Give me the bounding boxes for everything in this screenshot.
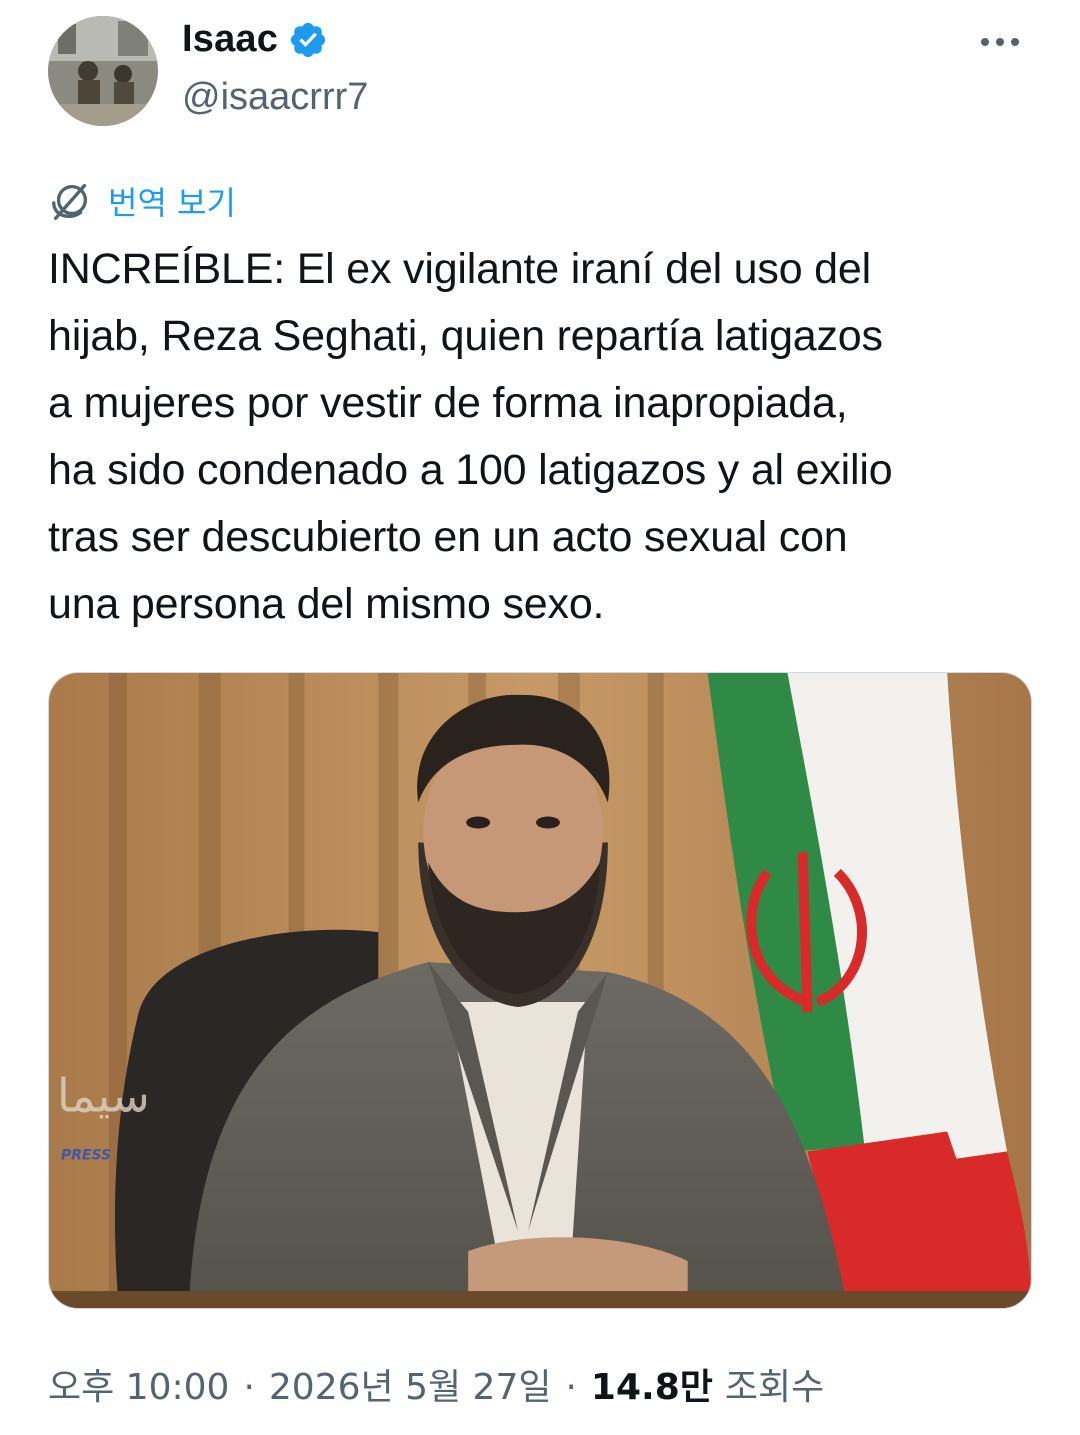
- portrait-photo-icon: سیما PRESS: [49, 673, 1031, 1308]
- verified-badge-icon: [291, 22, 326, 57]
- views-count[interactable]: 14.8만: [591, 1358, 713, 1410]
- translate-label: 번역 보기: [108, 184, 236, 222]
- author-display-name[interactable]: Isaac: [182, 18, 278, 61]
- tweet-time[interactable]: 오후 10:00: [48, 1358, 229, 1410]
- author-name-row[interactable]: Isaac: [182, 18, 328, 61]
- tweet-text: INCREÍBLE: El ex vigilante iraní del uso…: [48, 245, 893, 628]
- tweet-photo[interactable]: سیما PRESS: [48, 672, 1032, 1309]
- author-avatar[interactable]: [48, 16, 158, 126]
- dot-icon: [996, 38, 1004, 46]
- translate-button[interactable]: 번역 보기: [48, 178, 236, 224]
- tweet-date[interactable]: 2026년 5월 27일: [269, 1358, 552, 1410]
- meta-separator: ·: [243, 1367, 255, 1408]
- photo-watermark: PRESS: [61, 1147, 111, 1163]
- dot-icon: [1011, 38, 1019, 46]
- meta-separator: ·: [565, 1367, 577, 1408]
- dot-icon: [981, 38, 989, 46]
- tweet-meta: 오후 10:00 · 2026년 5월 27일 · 14.8만 조회수: [48, 1358, 824, 1410]
- more-options-button[interactable]: [970, 22, 1030, 62]
- views-label[interactable]: 조회수: [725, 1358, 824, 1410]
- translate-globe-icon: [52, 183, 88, 220]
- svg-text:سیما: سیما: [57, 1069, 150, 1123]
- author-handle[interactable]: @isaacrrr7: [182, 76, 368, 119]
- avatar-photo-icon: [48, 16, 158, 126]
